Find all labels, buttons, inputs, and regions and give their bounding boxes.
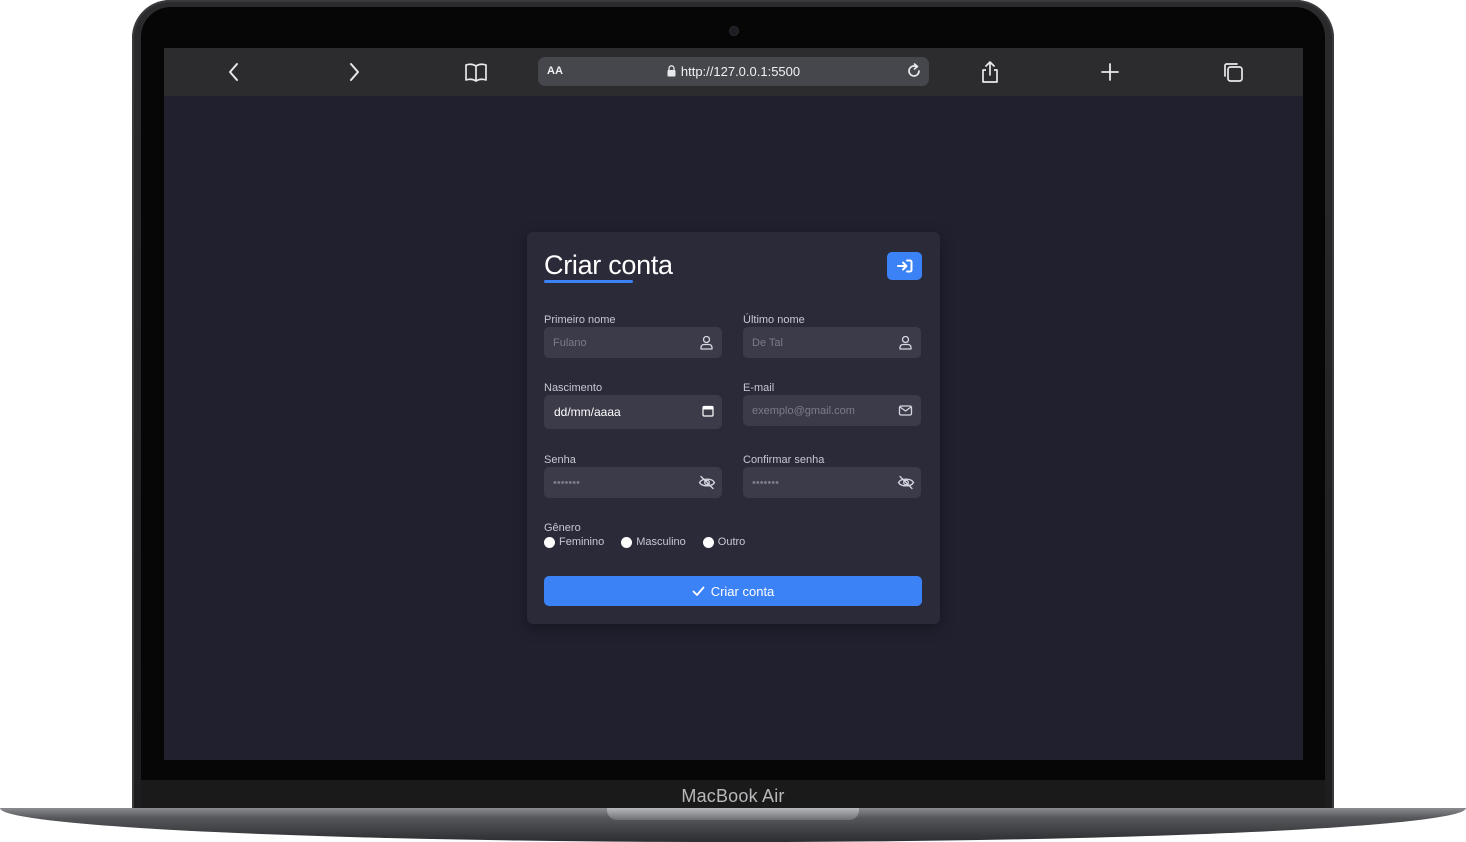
lock-icon	[667, 65, 676, 77]
url-text: http://127.0.0.1:5500	[680, 64, 801, 79]
bookmarks-icon[interactable]	[463, 60, 489, 84]
radio-label: Outro	[717, 536, 746, 548]
gender-radio-group: Feminino Masculino Outro	[544, 535, 762, 549]
first-name-input[interactable]	[544, 327, 684, 358]
radio-circle[interactable]	[621, 536, 633, 548]
create-account-label: Criar conta	[710, 583, 775, 599]
radio-label: Masculino	[636, 536, 686, 548]
password-input[interactable]	[544, 467, 684, 498]
browser-screen: AA http://127.0.0.1:5500 Criar conta Pri…	[164, 48, 1303, 760]
email-field	[743, 395, 921, 426]
user-icon	[700, 335, 713, 350]
last-name-input[interactable]	[743, 327, 883, 358]
radio-circle[interactable]	[544, 536, 555, 548]
address-bar[interactable]: AA http://127.0.0.1:5500	[538, 57, 929, 86]
check-icon	[692, 586, 705, 596]
title-underline	[544, 280, 633, 283]
calendar-icon[interactable]	[702, 405, 714, 417]
laptop-notch	[607, 808, 859, 820]
first-name-field	[544, 327, 722, 358]
confirm-password-label: Confirmar senha	[743, 454, 825, 466]
birth-label: Nascimento	[544, 382, 603, 394]
user-icon	[899, 335, 912, 350]
share-icon[interactable]	[977, 60, 1003, 84]
gender-label: Gênero	[544, 522, 581, 534]
gender-option-feminino[interactable]: Feminino	[544, 535, 604, 549]
birth-date-input[interactable]: dd/mm/aaaa	[544, 395, 722, 429]
tabs-overview-icon[interactable]	[1220, 60, 1246, 84]
sign-in-icon	[896, 259, 912, 273]
email-input[interactable]	[743, 395, 883, 426]
radio-circle[interactable]	[702, 536, 714, 548]
forward-icon[interactable]	[341, 60, 367, 84]
password-field	[544, 467, 722, 498]
radio-label: Feminino	[559, 536, 605, 548]
confirm-password-field	[743, 467, 921, 498]
browser-toolbar: AA http://127.0.0.1:5500	[164, 48, 1303, 96]
envelope-icon	[898, 405, 913, 416]
login-button[interactable]	[887, 252, 922, 280]
back-icon[interactable]	[221, 60, 247, 84]
eye-slash-icon[interactable]	[698, 475, 716, 490]
password-label: Senha	[544, 454, 576, 466]
reload-icon[interactable]	[905, 62, 923, 80]
page-title: Criar conta	[544, 250, 673, 280]
last-name-field	[743, 327, 921, 358]
last-name-label: Último nome	[743, 314, 805, 326]
first-name-label: Primeiro nome	[544, 314, 616, 326]
signup-card: Criar conta Primeiro nome Último nome Na…	[527, 232, 940, 624]
new-tab-icon[interactable]	[1097, 60, 1123, 84]
eye-slash-icon[interactable]	[897, 475, 915, 490]
birth-date-value: dd/mm/aaaa	[554, 405, 621, 419]
gender-option-outro[interactable]: Outro	[702, 535, 746, 549]
email-label: E-mail	[743, 382, 775, 394]
gender-option-masculino[interactable]: Masculino	[621, 535, 686, 549]
device-label: MacBook Air	[681, 785, 785, 806]
create-account-button[interactable]: Criar conta	[544, 576, 922, 606]
confirm-password-input[interactable]	[743, 467, 883, 498]
camera-icon	[730, 27, 738, 35]
